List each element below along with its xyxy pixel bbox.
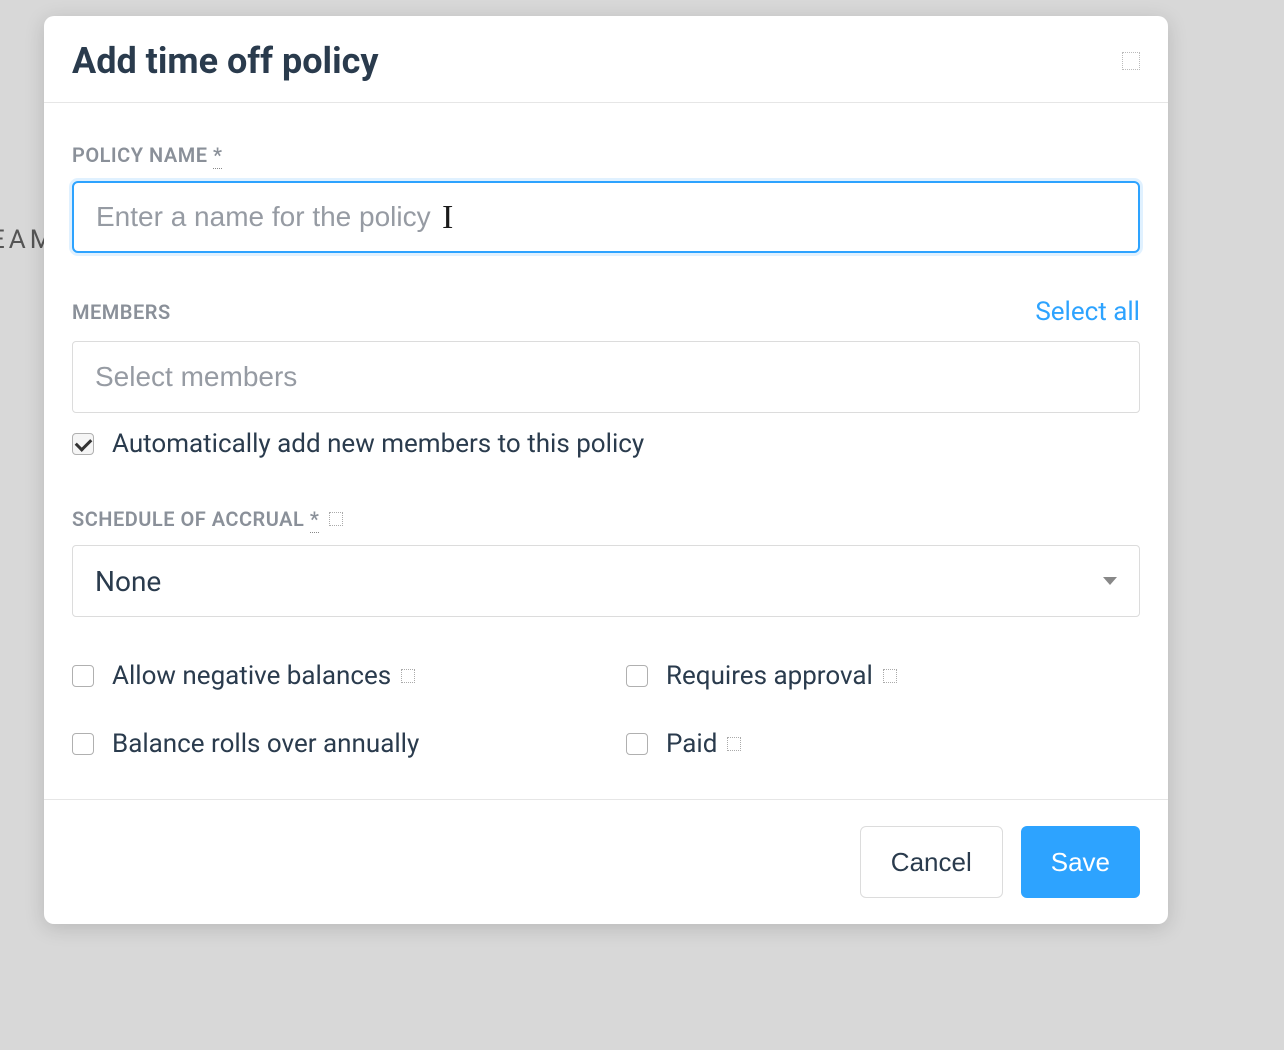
modal-footer: Cancel Save xyxy=(44,799,1168,924)
allow-negative-row: Allow negative balances xyxy=(72,661,586,691)
members-input[interactable] xyxy=(72,341,1140,413)
options-grid: Allow negative balances Requires approva… xyxy=(72,661,1140,759)
modal-header: Add time off policy xyxy=(44,16,1168,103)
info-icon[interactable] xyxy=(883,669,897,683)
info-icon[interactable] xyxy=(401,669,415,683)
schedule-label: SCHEDULE OF ACCRUAL * xyxy=(72,507,319,531)
allow-negative-label: Allow negative balances xyxy=(112,661,415,691)
requires-approval-label: Requires approval xyxy=(666,661,897,691)
rolls-over-label: Balance rolls over annually xyxy=(112,729,419,759)
paid-row: Paid xyxy=(626,729,1140,759)
members-header: MEMBERS Select all xyxy=(72,297,1140,327)
info-icon[interactable] xyxy=(727,737,741,751)
rolls-over-row: Balance rolls over annually xyxy=(72,729,586,759)
auto-add-members-row: Automatically add new members to this po… xyxy=(72,429,1140,459)
info-icon[interactable] xyxy=(329,512,343,526)
auto-add-members-label: Automatically add new members to this po… xyxy=(112,429,644,459)
requires-approval-row: Requires approval xyxy=(626,661,1140,691)
schedule-section: SCHEDULE OF ACCRUAL * None xyxy=(72,507,1140,617)
policy-name-field-wrap: I xyxy=(72,181,1140,253)
schedule-select[interactable]: None xyxy=(72,545,1140,617)
cancel-button[interactable]: Cancel xyxy=(860,826,1003,898)
policy-name-label: POLICY NAME * xyxy=(72,143,1140,167)
schedule-select-value: None xyxy=(95,565,161,598)
requires-approval-checkbox[interactable] xyxy=(626,665,648,687)
auto-add-members-checkbox[interactable] xyxy=(72,433,94,455)
policy-name-input[interactable] xyxy=(72,181,1140,253)
rolls-over-checkbox[interactable] xyxy=(72,733,94,755)
select-all-link[interactable]: Select all xyxy=(1035,297,1140,327)
paid-label: Paid xyxy=(666,729,741,759)
paid-checkbox[interactable] xyxy=(626,733,648,755)
chevron-down-icon xyxy=(1103,577,1117,585)
save-button[interactable]: Save xyxy=(1021,826,1140,898)
members-label: MEMBERS xyxy=(72,300,171,324)
modal-title: Add time off policy xyxy=(72,40,379,82)
modal-body: POLICY NAME * I MEMBERS Select all Autom… xyxy=(44,103,1168,799)
close-icon[interactable] xyxy=(1122,52,1140,70)
add-time-off-policy-modal: Add time off policy POLICY NAME * I MEMB… xyxy=(44,16,1168,924)
allow-negative-checkbox[interactable] xyxy=(72,665,94,687)
